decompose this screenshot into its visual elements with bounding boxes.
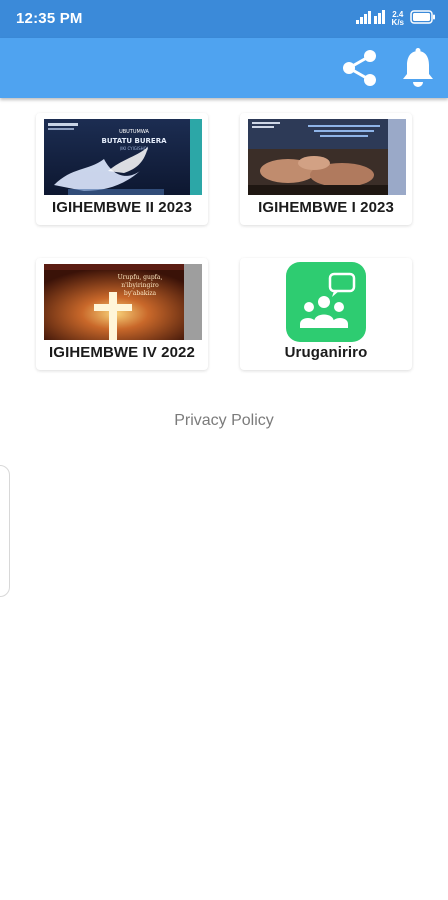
grid-item-uruganiriro[interactable]: Uruganiriro — [240, 258, 412, 370]
status-icons: 2.4 K/s — [355, 8, 436, 30]
network-speed-unit: K/s — [391, 18, 404, 27]
svg-text:n'ibyiringiro: n'ibyiringiro — [121, 282, 159, 289]
notification-bell-icon — [403, 48, 433, 87]
notification-button[interactable] — [394, 44, 442, 92]
grid-item-igihembwe-ii-2023[interactable]: UBUTUMWA BUTATU BURERA (IKI CYIGISHO) IG… — [36, 113, 208, 225]
status-time: 12:35 PM — [16, 10, 83, 27]
cover-thumbnail: Urupfu, gupfa, n'ibyiringiro by'abakiza — [44, 264, 202, 340]
grid-item-label: IGIHEMBWE I 2023 — [258, 199, 394, 216]
cover-thumbnail — [248, 119, 406, 195]
privacy-policy-link[interactable]: Privacy Policy — [0, 412, 448, 430]
share-icon — [343, 50, 376, 86]
group-chat-icon — [286, 262, 366, 342]
grid-item-label: IGIHEMBWE II 2023 — [51, 199, 193, 216]
grid-item-igihembwe-i-2023[interactable]: IGIHEMBWE I 2023 — [240, 113, 412, 225]
grid-item-label: Uruganiriro — [284, 344, 368, 361]
svg-text:Urupfu, gupfa,: Urupfu, gupfa, — [118, 274, 163, 281]
share-button[interactable] — [336, 44, 384, 92]
grid-item-igihembwe-iv-2022[interactable]: Urupfu, gupfa, n'ibyiringiro by'abakiza … — [36, 258, 208, 370]
network-speed: 2.4 K/s — [392, 11, 404, 27]
battery-icon — [410, 9, 436, 29]
cover-thumbnail: UBUTUMWA BUTATU BURERA (IKI CYIGISHO) — [44, 119, 202, 195]
svg-text:by'abakiza: by'abakiza — [124, 290, 157, 297]
grid-item-label: IGIHEMBWE IV 2022 — [49, 344, 195, 361]
svg-text:UBUTUMWA: UBUTUMWA — [119, 129, 149, 135]
edge-panel-handle[interactable] — [0, 465, 10, 597]
status-bar: 12:35 PM 2.4 K/s — [0, 0, 448, 38]
svg-text:BUTATU BURERA: BUTATU BURERA — [101, 137, 167, 145]
app-bar — [0, 38, 448, 98]
signal-icon — [355, 9, 386, 29]
